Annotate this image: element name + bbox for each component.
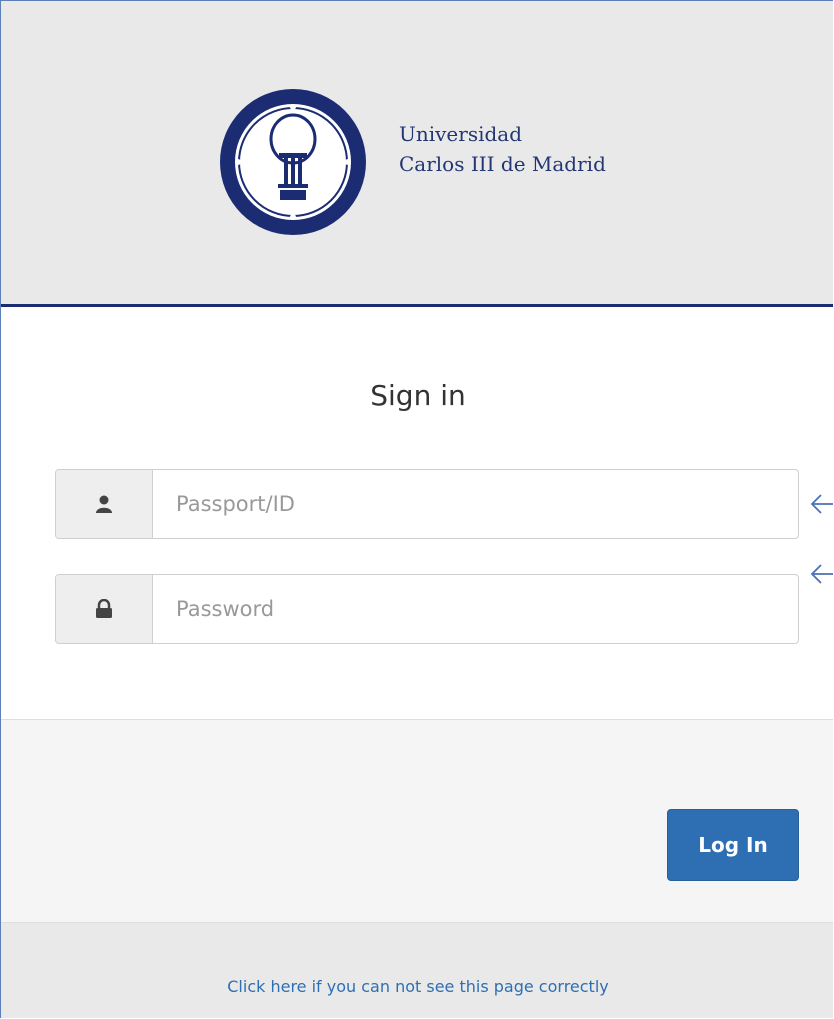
password-addon: [56, 575, 153, 643]
password-input[interactable]: [152, 575, 798, 643]
page-title: Sign in: [370, 379, 466, 412]
password-input-group: [55, 574, 799, 644]
login-button[interactable]: Log In: [667, 809, 799, 881]
user-icon: [96, 495, 112, 513]
lock-icon: [96, 599, 112, 618]
display-help-link[interactable]: Click here if you can not see this page …: [1, 977, 833, 996]
annotation-arrow-left-icon: [810, 564, 833, 584]
username-addon: [56, 470, 153, 538]
sign-in-form: Sign in: [1, 307, 833, 719]
username-input-group: [55, 469, 799, 539]
page-frame: Universidad Carlos III de Madrid Sign in: [0, 0, 833, 1018]
header-banner: Universidad Carlos III de Madrid: [1, 1, 833, 307]
annotation-arrow-left-icon: [810, 494, 833, 514]
bottom-bar: Click here if you can not see this page …: [1, 923, 833, 1018]
university-name: Universidad Carlos III de Madrid: [399, 119, 606, 179]
university-name-line2: Carlos III de Madrid: [399, 152, 606, 176]
form-actions-panel: Log In: [1, 719, 833, 923]
university-name-line1: Universidad: [399, 122, 523, 146]
username-input[interactable]: [152, 470, 798, 538]
university-seal-logo: [220, 89, 366, 235]
